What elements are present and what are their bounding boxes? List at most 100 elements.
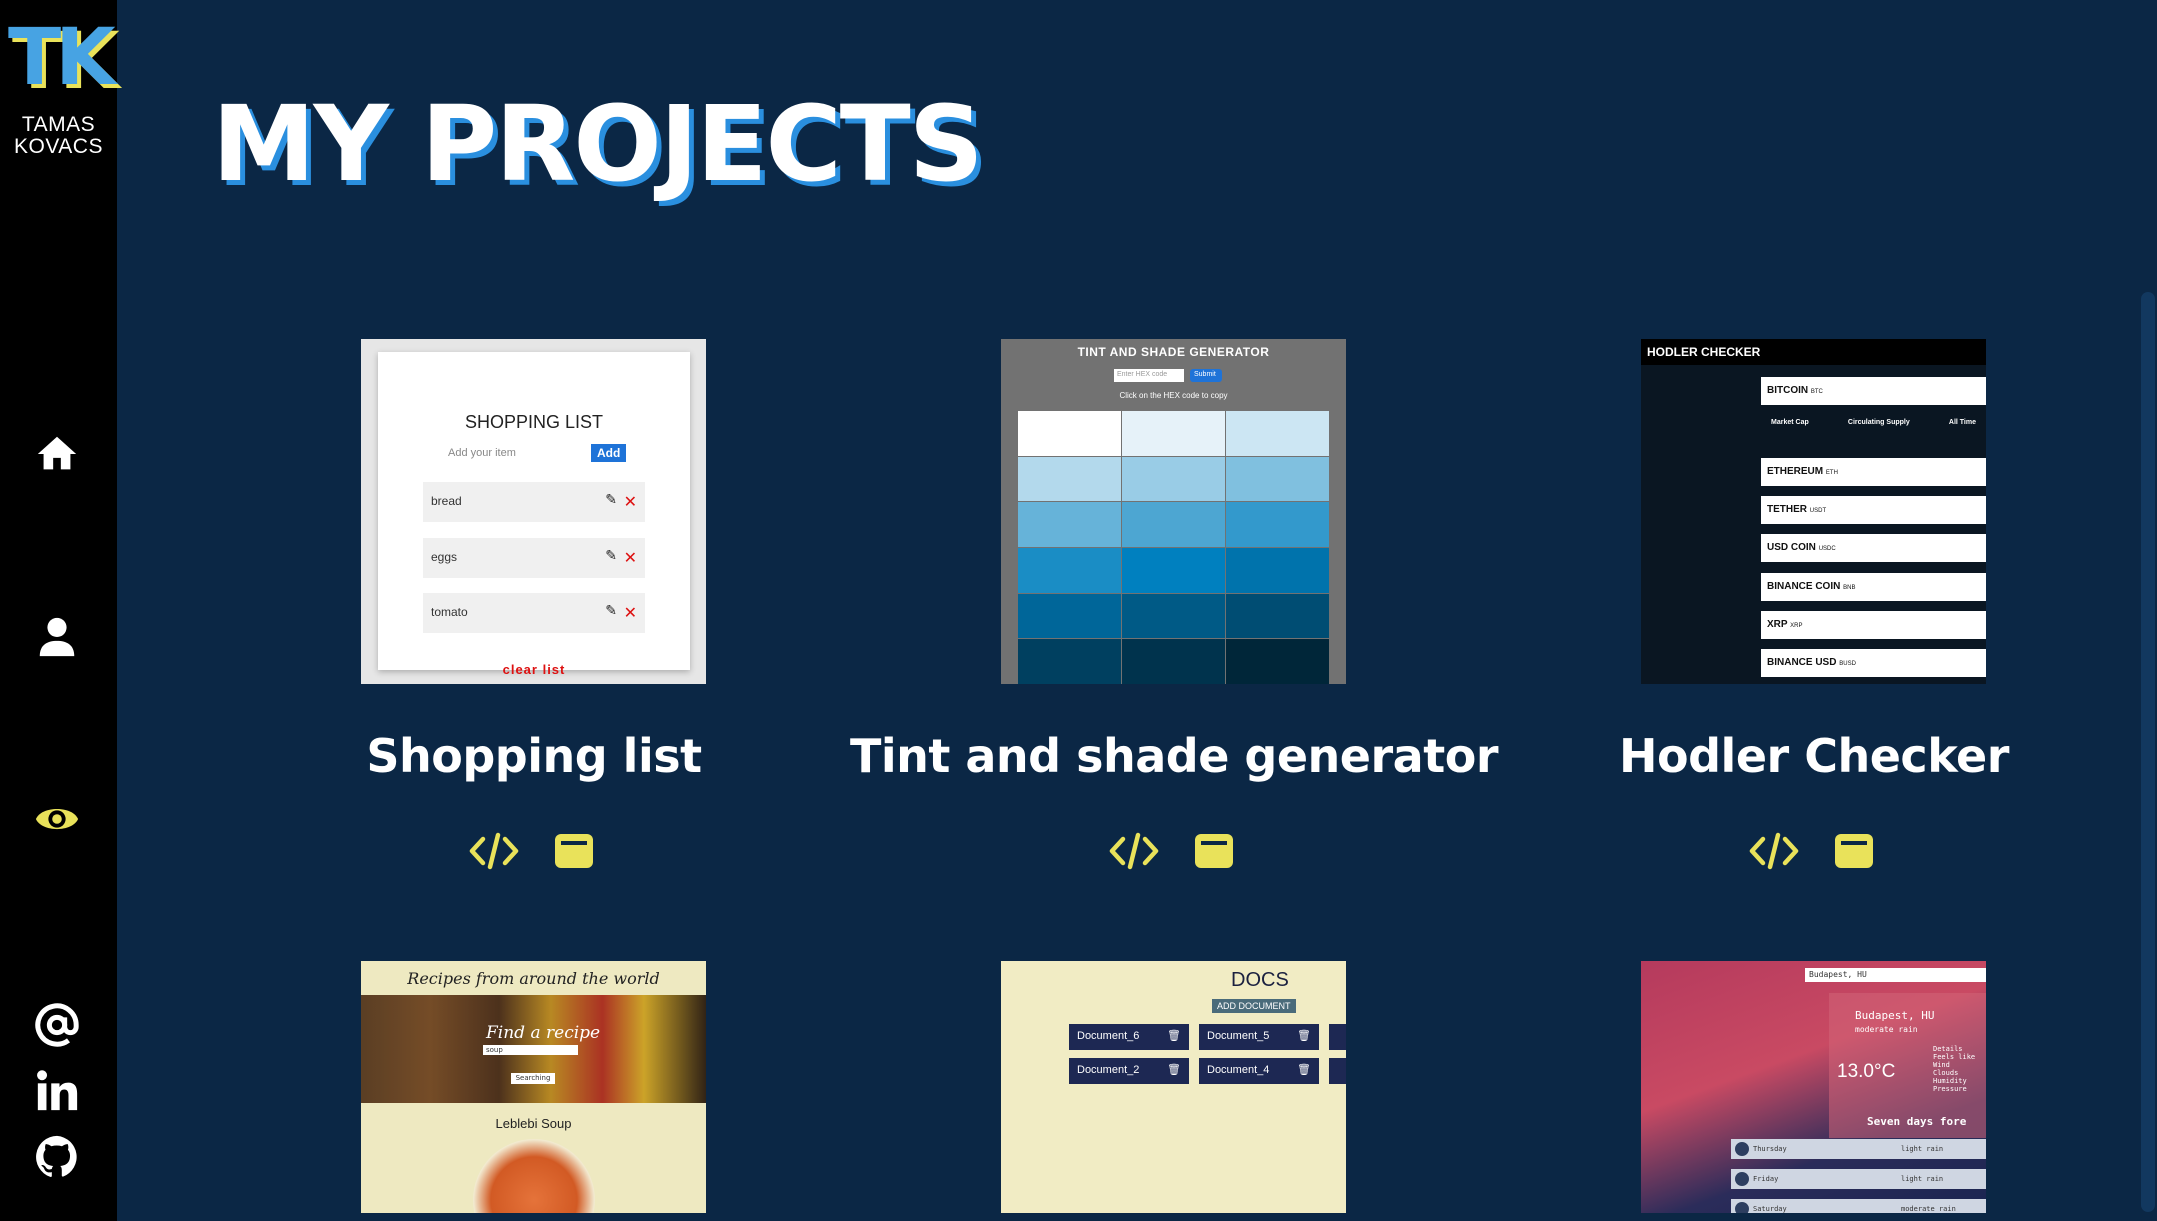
browser-window-icon[interactable] [1188, 829, 1240, 873]
detail-label: Humidity [1933, 1077, 1967, 1085]
preview-coin-row: BINANCE USD BUSD [1761, 649, 1986, 677]
edit-icon: ✎ [605, 548, 617, 564]
preview-paper: SHOPPING LIST Add your item Add bread ✎ ✕ … [378, 352, 690, 677]
preview-input: Add your item [448, 447, 516, 459]
eye-icon [35, 808, 79, 830]
project-links [1641, 829, 1986, 873]
coin-ticker: USDC [1818, 546, 1836, 552]
preview-heading: DOCS [1231, 969, 1289, 991]
preview-document: Document_2 🗑 [1069, 1058, 1189, 1084]
sidebar: TK TAMAS KOVACS [0, 0, 117, 1221]
coin-name: BINANCE COIN [1767, 581, 1841, 592]
coin-ticker: BNB [1843, 585, 1856, 591]
preview-item-label: eggs [431, 550, 458, 564]
document-label: Document_4 [1207, 1064, 1270, 1076]
stat-label: Market Cap [1771, 419, 1809, 426]
forecast-day: Saturday [1753, 1205, 1787, 1213]
preview-stats: Market Cap Circulating Supply All Time [1761, 419, 1986, 426]
project-preview-image[interactable]: DOCS ADD DOCUMENT Document_6 🗑 Document_5… [1001, 961, 1346, 1213]
coin-name: BITCOIN [1767, 385, 1809, 396]
coin-ticker: ETH [1825, 470, 1838, 476]
detail-label: Wind [1933, 1061, 1950, 1069]
user-icon [39, 617, 75, 657]
coin-name: TETHER [1767, 504, 1807, 515]
forecast-day: Thursday [1753, 1145, 1787, 1153]
weather-icon [1735, 1202, 1749, 1213]
coin-name: USD COIN [1767, 542, 1816, 553]
coin-ticker: XRP [1790, 623, 1803, 629]
nav-email[interactable] [28, 996, 86, 1054]
preview-coin-row: TETHER USDT [1761, 496, 1986, 524]
project-preview-image[interactable]: Budapest, HU Budapest, HU moderate rain … [1641, 961, 1986, 1213]
preview-forecast-label: Seven days fore [1867, 1115, 1967, 1128]
delete-icon: ✕ [623, 548, 637, 567]
delete-icon: ✕ [623, 492, 637, 511]
preview-coin-row: BITCOIN BTC [1761, 377, 1986, 405]
trash-icon: 🗑 [1167, 1030, 1181, 1042]
linkedin-icon [37, 1070, 78, 1111]
document-label: Document_5 [1207, 1030, 1270, 1042]
preview-document: Document_4 🗑 [1199, 1058, 1319, 1084]
preview-soup-image [473, 1139, 595, 1213]
preview-document: Document_5 🗑 [1199, 1024, 1319, 1050]
detail-label: Feels like [1933, 1053, 1976, 1061]
coin-name: BINANCE USD [1767, 657, 1837, 668]
coin-ticker: BUSD [1839, 661, 1856, 667]
preview-clear-link: clear list [502, 662, 566, 677]
logo-name-last: KOVACS [14, 135, 103, 158]
preview-list-item: eggs ✎ ✕ [423, 538, 645, 578]
preview-forecast-row: Friday light rain [1731, 1169, 1986, 1189]
preview-hero-image: Find a recipe soup Searching [361, 995, 706, 1103]
preview-heading: TINT AND SHADE GENERATOR [1077, 345, 1270, 359]
trash-icon: 🗑 [1167, 1064, 1181, 1076]
project-title: Tint and shade generator [849, 729, 1499, 783]
project-preview-image[interactable]: HODLER CHECKER BITCOIN BTC Market Cap Ci… [1641, 339, 1986, 684]
detail-label: Details [1933, 1045, 1963, 1053]
preview-search-input: soup [483, 1045, 578, 1055]
code-icon[interactable] [1108, 829, 1160, 873]
coin-ticker: USDT [1809, 508, 1827, 514]
document-label: Document_2 [1077, 1064, 1140, 1076]
preview-hint: Click on the HEX code to copy [1119, 391, 1228, 400]
nav-about[interactable] [28, 608, 86, 666]
project-links [361, 829, 706, 873]
nav-github[interactable] [28, 1128, 86, 1186]
project-preview-image[interactable]: SHOPPING LIST Add your item Add bread ✎ ✕ … [361, 339, 706, 684]
stat-label: All Time [1948, 419, 1976, 426]
nav-projects[interactable] [28, 790, 86, 848]
delete-icon: ✕ [623, 603, 637, 622]
preview-item-label: bread [431, 494, 462, 508]
code-icon[interactable] [468, 829, 520, 873]
preview-city: Budapest, HU [1855, 1009, 1935, 1022]
preview-search-input: Budapest, HU [1805, 968, 1986, 982]
forecast-desc: light rain [1901, 1175, 1944, 1183]
stat-label: Circulating Supply [1847, 419, 1910, 426]
coin-ticker: BTC [1810, 389, 1823, 395]
code-icon[interactable] [1748, 829, 1800, 873]
coin-name: ETHEREUM [1767, 466, 1824, 477]
project-preview-image[interactable]: TINT AND SHADE GENERATOR Enter HEX code … [1001, 339, 1346, 684]
browser-window-icon[interactable] [548, 829, 600, 873]
preview-condition: moderate rain [1855, 1025, 1918, 1034]
preview-result-title: Leblebi Soup [495, 1116, 572, 1131]
document-label: Document_6 [1077, 1030, 1140, 1042]
nav-home[interactable] [28, 425, 86, 483]
preview-input: Enter HEX code [1114, 369, 1184, 382]
browser-window-icon[interactable] [1828, 829, 1880, 873]
preview-add-button: Add [591, 444, 627, 462]
nav-linkedin[interactable] [28, 1062, 86, 1120]
preview-list-item: bread ✎ ✕ [423, 482, 645, 522]
scrollbar[interactable] [2137, 0, 2157, 1221]
detail-label: Clouds [1933, 1069, 1959, 1077]
logo-name-first: TAMAS [21, 113, 96, 136]
preview-temperature: 13.0°C [1837, 1061, 1896, 1082]
forecast-desc: moderate rain [1901, 1205, 1956, 1213]
logo-mark[interactable]: TK [8, 18, 116, 98]
preview-coin-row: USD COIN USDC [1761, 534, 1986, 562]
preview-details: Details Feels like Wind Clouds Humidity … [1933, 1045, 1975, 1093]
project-links [1001, 829, 1346, 873]
project-preview-image[interactable]: Recipes from around the world Find a rec… [361, 961, 706, 1213]
preview-search-label: Find a recipe [486, 1023, 601, 1043]
preview-document [1329, 1058, 1346, 1084]
color-swatch-grid [1018, 411, 1329, 684]
